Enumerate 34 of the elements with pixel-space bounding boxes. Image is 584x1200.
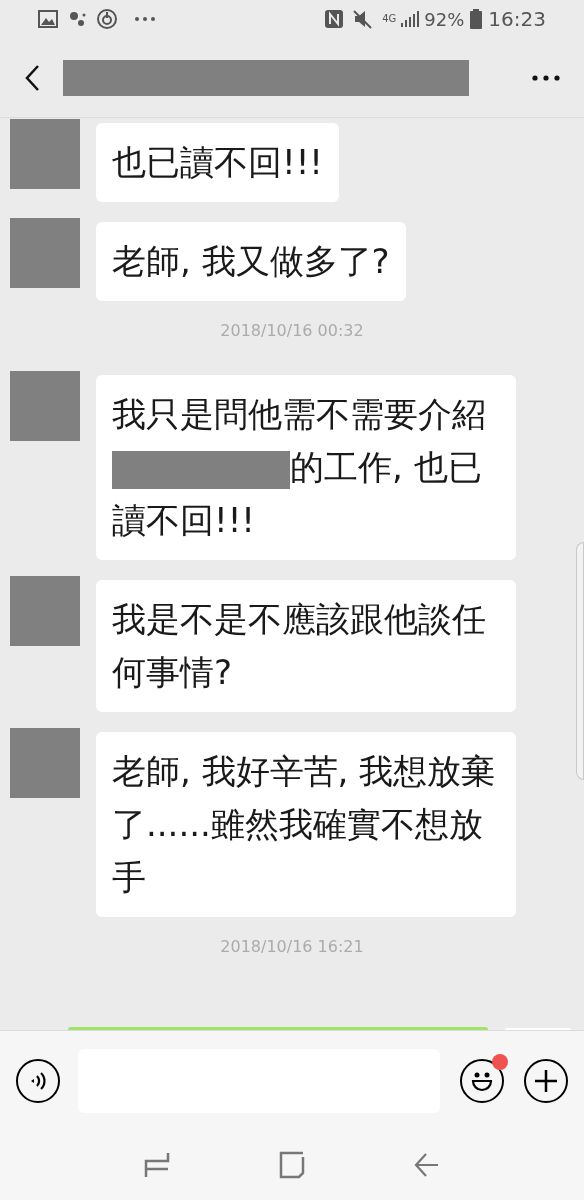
message-text: 也已讀不回!!!: [112, 141, 323, 184]
voice-button[interactable]: [16, 1058, 60, 1103]
avatar: [10, 371, 80, 441]
message-text: 我是不是不應該跟他談任何事情?: [112, 598, 487, 694]
timestamp: 2018/10/16 16:21: [220, 937, 364, 957]
network-label: 4G: [382, 13, 397, 25]
battery-percent: 92%: [424, 7, 465, 32]
voice-icon: [29, 1070, 47, 1091]
home-button[interactable]: [277, 1150, 307, 1180]
more-icon: [134, 16, 156, 22]
home-icon: [279, 1151, 305, 1179]
battery-icon: [470, 9, 483, 29]
clock: 16:23: [488, 6, 546, 33]
avatar: [10, 728, 80, 798]
assistant-icon: [68, 10, 88, 28]
plus-icon: [534, 1068, 558, 1093]
avatar: [10, 119, 80, 189]
avatar: [10, 218, 80, 288]
timestamp: 2018/10/16 00:32: [220, 321, 364, 341]
recent-apps-icon: [144, 1151, 171, 1179]
back-arrow-icon: [413, 1152, 440, 1178]
sync-icon: [96, 8, 118, 30]
image-icon: [38, 10, 58, 28]
scroll-handle[interactable]: [576, 542, 584, 780]
more-icon: [532, 74, 560, 81]
message-text: 我只是問他需不需要介紹 的工作, 也已讀不回!!!: [112, 393, 487, 542]
avatar: [10, 576, 80, 646]
nfc-icon: [324, 9, 345, 29]
back-icon: [23, 63, 40, 92]
add-button[interactable]: [524, 1058, 568, 1103]
mute-icon: [352, 9, 373, 29]
message-text: 老師, 我好辛苦, 我想放棄了......雖然我確實不想放手: [112, 750, 497, 899]
message-text: 老師, 我又做多了?: [112, 240, 390, 283]
signal-icon: [400, 10, 421, 28]
